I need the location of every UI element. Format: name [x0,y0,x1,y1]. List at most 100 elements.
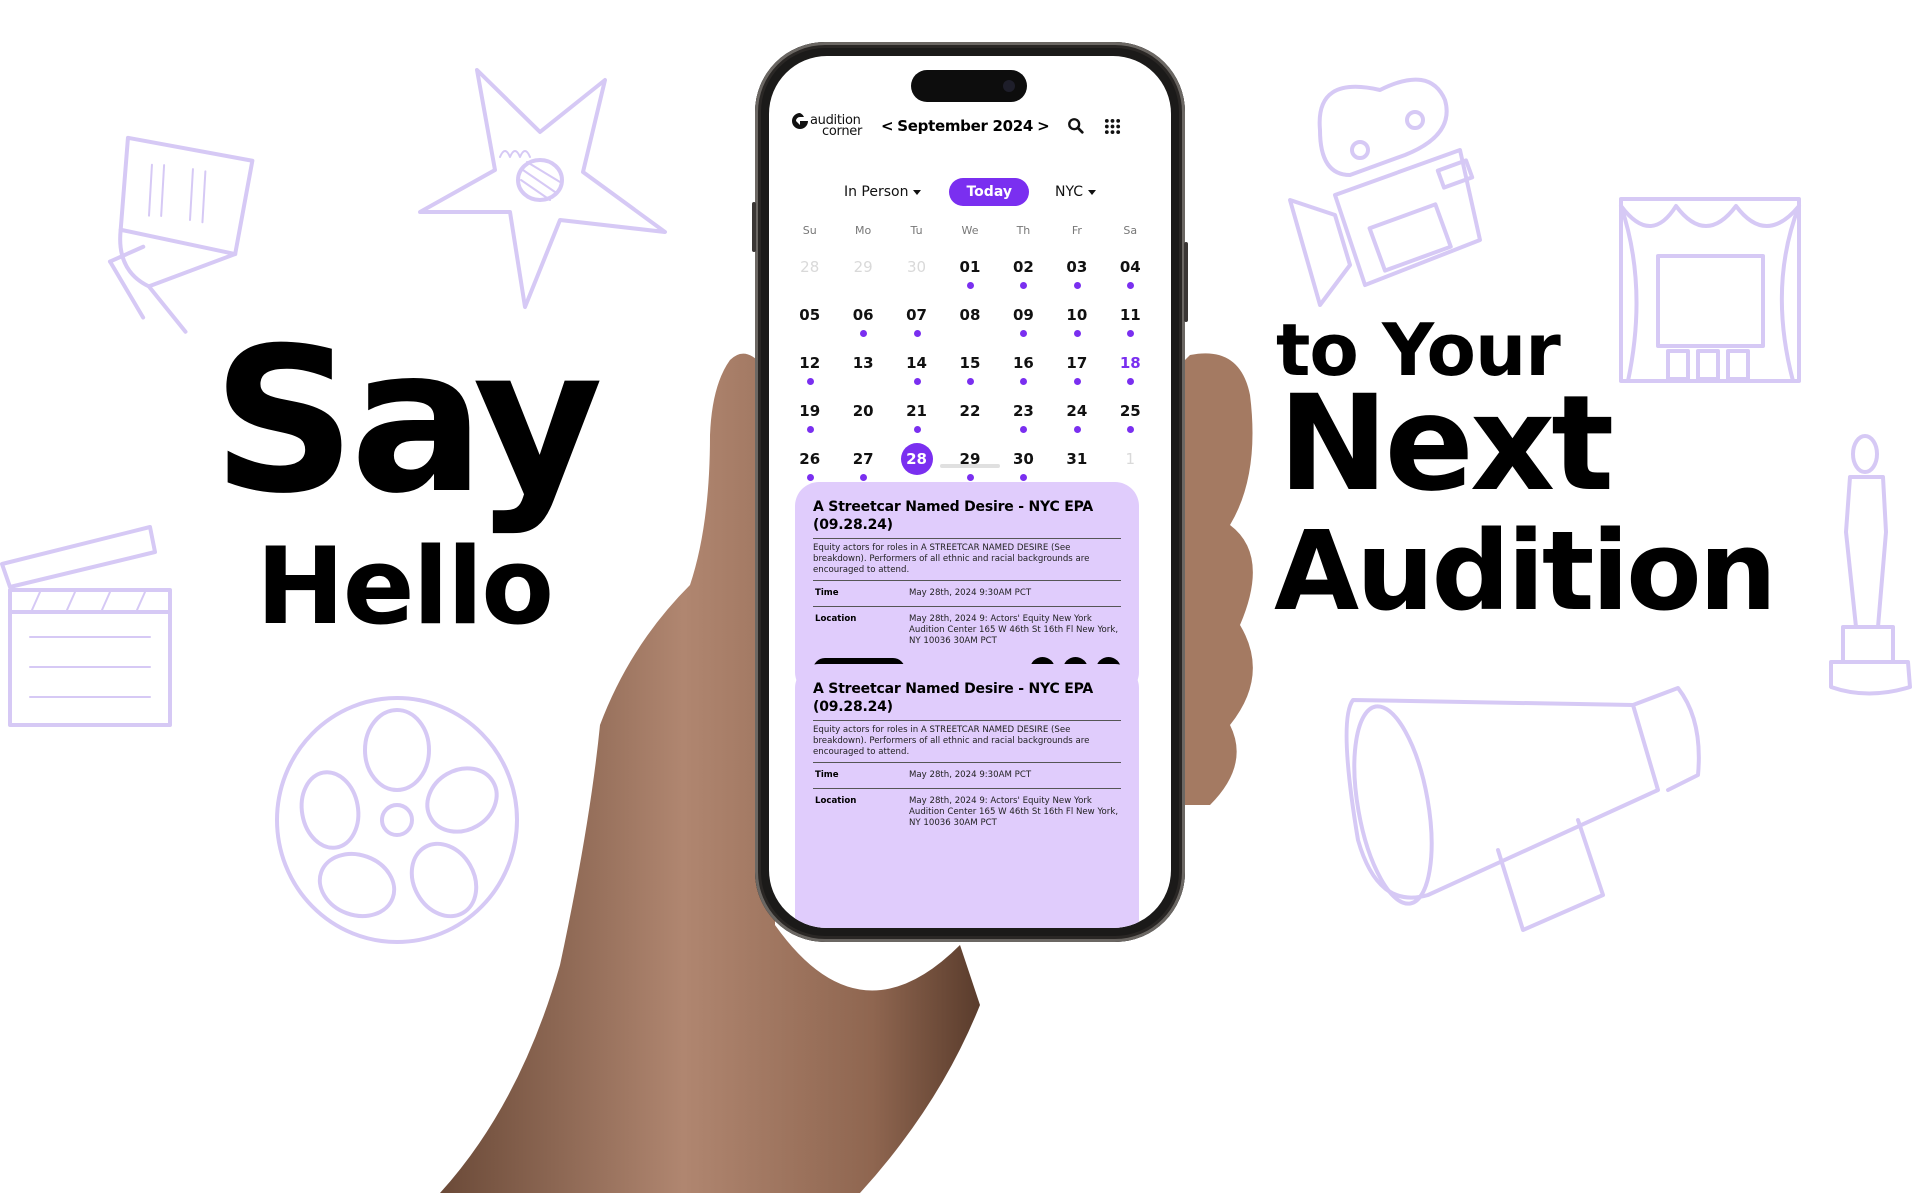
calendar-weeks: 28 29 30 01 02 03 04 05 06 07 08 09 10 11 12 13 14 15 16 17… [783,242,1157,482]
day-number: 08 [959,306,981,324]
grid-menu-icon [1104,118,1120,134]
day-number: 29 [853,258,873,276]
day-number: 1 [1125,450,1136,468]
event-indicator-dot [1020,282,1028,289]
event-indicator-dot [1127,282,1135,289]
event-indicator-dot [806,378,814,385]
divider [813,720,1121,721]
calendar-day[interactable]: 22 [943,386,996,434]
calendar-day[interactable]: 29 [836,242,889,290]
prev-month-button[interactable]: < [877,117,897,135]
calendar-day[interactable]: 30 [890,242,943,290]
search-icon [1068,118,1084,134]
day-number: 01 [959,258,981,276]
calendar-day[interactable]: 04 [1104,242,1157,290]
day-number: 30 [1012,450,1034,468]
day-number: 28 [800,258,820,276]
audition-card[interactable]: A Streetcar Named Desire - NYC EPA (09.2… [795,664,1139,928]
weekday-header: Su Mo Tu We Th Fr Sa [783,224,1157,242]
weekday-label: Tu [910,224,923,237]
award-statue-doodle [1828,432,1913,697]
day-number: 23 [1012,402,1034,420]
time-label: Time [815,588,839,598]
phone-device: audition corner < September 2024 > In Per… [752,42,1188,942]
event-indicator-dot [1127,426,1135,433]
card-title: A Streetcar Named Desire - NYC EPA (09.2… [813,681,1094,715]
calendar-day[interactable]: 31 [1050,434,1103,482]
today-button[interactable]: Today [949,178,1029,206]
location-label: Location [815,796,857,806]
calendar-week-row: 19 20 21 22 23 24 25 [783,386,1157,434]
calendar-day[interactable]: 02 [997,242,1050,290]
day-number: 22 [959,402,981,420]
day-number: 03 [1066,258,1088,276]
divider [813,762,1121,763]
calendar-day[interactable]: 27 [836,434,889,482]
app-logo[interactable]: audition corner [791,113,871,138]
event-indicator-dot [1020,378,1028,385]
calendar-day[interactable]: 13 [836,338,889,386]
calendar-day-selected[interactable]: 28 [890,434,943,482]
calendar-day[interactable]: 18 [1104,338,1157,386]
event-indicator-dot [966,474,974,481]
search-button[interactable] [1065,115,1087,137]
star-doodle [415,62,675,312]
dynamic-island [911,70,1027,102]
calendar-day[interactable]: 17 [1050,338,1103,386]
divider [813,580,1121,581]
month-label: September 2024 [897,117,1034,135]
event-indicator-dot [966,282,974,289]
menu-grid-button[interactable] [1101,115,1123,137]
calendar-day[interactable]: 1 [1104,434,1157,482]
event-indicator-dot [1073,378,1081,385]
event-indicator-dot [806,474,814,481]
drag-handle[interactable] [940,464,1000,468]
event-indicator-dot [966,378,974,385]
calendar-day[interactable]: 12 [783,338,836,386]
day-number: 30 [907,258,927,276]
calendar-day[interactable]: 30 [997,434,1050,482]
calendar-day[interactable]: 21 [890,386,943,434]
event-indicator-dot [806,426,814,433]
day-number: 17 [1066,354,1088,372]
calendar-day[interactable]: 16 [997,338,1050,386]
calendar-day[interactable]: 11 [1104,290,1157,338]
calendar-day[interactable]: 28 [783,242,836,290]
calendar-day[interactable]: 05 [783,290,836,338]
day-number: 10 [1066,306,1088,324]
location-value: May 28th, 2024 9: Actors' Equity New Yor… [909,614,1119,646]
calendar-day[interactable]: 06 [836,290,889,338]
calendar-day[interactable]: 29 [943,434,996,482]
day-number: 05 [799,306,821,324]
calendar-day[interactable]: 26 [783,434,836,482]
calendar-day[interactable]: 15 [943,338,996,386]
calendar-day[interactable]: 20 [836,386,889,434]
calendar-day[interactable]: 14 [890,338,943,386]
calendar-day[interactable]: 23 [997,386,1050,434]
calendar-day[interactable]: 03 [1050,242,1103,290]
calendar-day[interactable]: 09 [997,290,1050,338]
calendar-day[interactable]: 07 [890,290,943,338]
caret-down-icon [913,189,922,195]
event-indicator-dot [913,330,921,337]
calendar-day[interactable]: 24 [1050,386,1103,434]
volume-button [752,202,756,252]
calendar-day[interactable]: 10 [1050,290,1103,338]
megaphone-doodle [1338,680,1738,950]
camera-icon [1003,80,1015,92]
calendar-day[interactable]: 08 [943,290,996,338]
day-number: 24 [1066,402,1088,420]
headline-hello: Hello [256,525,554,648]
weekday-label: Mo [855,224,872,237]
card-title: A Streetcar Named Desire - NYC EPA (09.2… [813,499,1094,533]
calendar-day[interactable]: 25 [1104,386,1157,434]
calendar-day[interactable]: 01 [943,242,996,290]
calendar-week-row: 26 27 28 29 30 31 1 [783,434,1157,482]
mode-dropdown[interactable]: In Person [844,184,922,200]
app-header: audition corner < September 2024 > [791,106,1153,146]
next-month-button[interactable]: > [1033,117,1053,135]
calendar-day[interactable]: 19 [783,386,836,434]
city-dropdown[interactable]: NYC [1055,184,1097,200]
power-button [1184,242,1188,322]
time-value: May 28th, 2024 9:30AM PCT [909,770,1032,780]
